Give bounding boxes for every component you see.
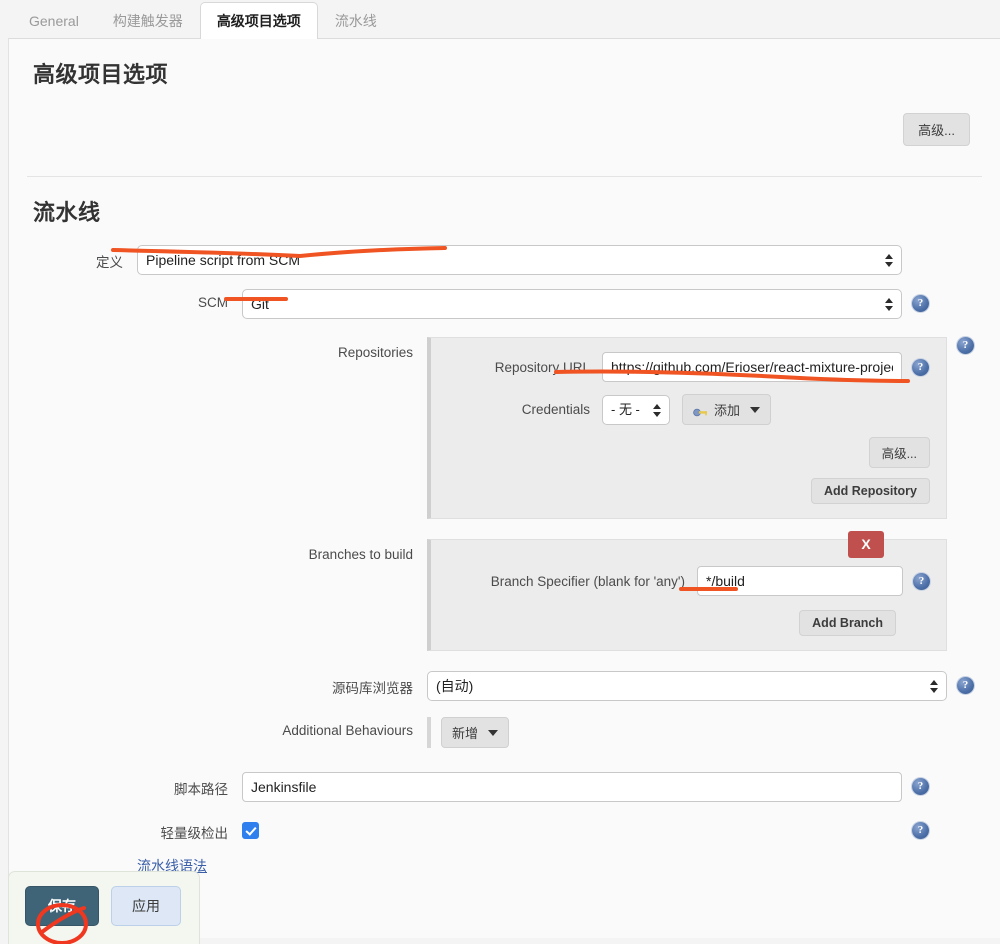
help-icon-lightweight-checkout[interactable]: ? bbox=[912, 822, 929, 839]
add-branch-button[interactable]: Add Branch bbox=[799, 610, 896, 636]
tab-advanced-project-options[interactable]: 高级项目选项 bbox=[199, 2, 318, 39]
definition-row: 定义 Pipeline script from SCM bbox=[27, 245, 982, 275]
help-icon-branch-specifier[interactable]: ? bbox=[913, 572, 930, 590]
definition-select[interactable]: Pipeline script from SCM bbox=[137, 245, 902, 275]
add-credentials-button[interactable]: 添加 bbox=[682, 394, 772, 425]
repositories-panel: Repository URL ? Credentials - 无 - bbox=[427, 337, 947, 519]
tab-bar: General 构建触发器 高级项目选项 流水线 bbox=[0, 0, 1000, 39]
form-action-bar: 保存 应用 bbox=[8, 871, 200, 944]
chevron-down-icon bbox=[488, 729, 499, 736]
advanced-project-options-section: 高级项目选项 高级... bbox=[9, 39, 1000, 177]
help-icon-repository-url[interactable]: ? bbox=[912, 358, 929, 376]
repository-url-input[interactable] bbox=[602, 352, 902, 382]
credentials-select[interactable]: - 无 - bbox=[602, 394, 670, 425]
tab-pipeline[interactable]: 流水线 bbox=[318, 2, 394, 39]
advanced-button[interactable]: 高级... bbox=[903, 113, 970, 146]
branches-to-build-row: Branches to build X Branch Specifier (bl… bbox=[27, 531, 982, 651]
branch-specifier-label: Branch Specifier (blank for 'any') bbox=[490, 573, 685, 589]
delete-branch-button[interactable]: X bbox=[848, 531, 884, 558]
repository-advanced-button[interactable]: 高级... bbox=[868, 437, 930, 468]
repositories-label: Repositories bbox=[337, 345, 413, 360]
pipeline-section-title: 流水线 bbox=[33, 200, 101, 225]
additional-behaviours-add-button[interactable]: 新增 bbox=[441, 717, 510, 748]
credentials-row: Credentials - 无 - 添加 bbox=[447, 394, 930, 425]
add-repository-button[interactable]: Add Repository bbox=[810, 478, 930, 504]
scm-select[interactable]: Git bbox=[242, 289, 902, 319]
lightweight-checkout-row: 轻量级检出 ? bbox=[27, 816, 982, 842]
branch-specifier-row: Branch Specifier (blank for 'any') ? bbox=[447, 566, 930, 596]
branches-to-build-label: Branches to build bbox=[308, 547, 413, 562]
script-path-label: 脚本路径 bbox=[174, 782, 228, 797]
additional-behaviours-add-label: 新增 bbox=[452, 726, 479, 741]
help-icon-repositories[interactable]: ? bbox=[957, 337, 974, 354]
credentials-label: Credentials bbox=[521, 402, 590, 417]
repository-url-label: Repository URL bbox=[494, 359, 590, 375]
repositories-panel-actions: 高级... Add Repository bbox=[447, 437, 930, 504]
help-icon-repository-browser[interactable]: ? bbox=[957, 677, 974, 694]
branches-panel: X Branch Specifier (blank for 'any') ? A… bbox=[427, 531, 947, 651]
repository-browser-select[interactable]: (自动) bbox=[427, 671, 947, 701]
repository-browser-label: 源码库浏览器 bbox=[332, 681, 413, 696]
help-icon-scm[interactable]: ? bbox=[912, 295, 929, 312]
scm-label: SCM bbox=[198, 295, 228, 310]
additional-behaviours-row: Additional Behaviours 新增 bbox=[27, 717, 982, 748]
repository-url-row: Repository URL ? bbox=[447, 352, 930, 382]
repositories-row: Repositories Repository URL ? Credential… bbox=[27, 337, 982, 519]
config-content: 高级项目选项 高级... 流水线 定义 Pipeline script from… bbox=[8, 38, 1000, 938]
lightweight-checkout-label: 轻量级检出 bbox=[160, 826, 229, 841]
script-path-input[interactable] bbox=[242, 772, 902, 802]
branches-panel-actions: Add Branch bbox=[447, 610, 930, 636]
additional-behaviours-label: Additional Behaviours bbox=[282, 723, 413, 738]
tab-general[interactable]: General bbox=[12, 2, 96, 39]
script-path-row: 脚本路径 ? bbox=[27, 772, 982, 802]
add-credentials-label: 添加 bbox=[714, 403, 741, 418]
advanced-section-title: 高级项目选项 bbox=[33, 62, 169, 87]
help-icon-script-path[interactable]: ? bbox=[912, 778, 929, 795]
apply-button[interactable]: 应用 bbox=[111, 886, 181, 926]
branch-specifier-input[interactable] bbox=[697, 566, 903, 596]
save-button[interactable]: 保存 bbox=[25, 886, 99, 926]
chevron-down-icon bbox=[750, 406, 761, 413]
definition-label: 定义 bbox=[96, 255, 123, 270]
key-icon bbox=[693, 405, 708, 416]
tab-build-triggers[interactable]: 构建触发器 bbox=[96, 2, 200, 39]
scm-row: SCM Git ? bbox=[27, 289, 982, 319]
pipeline-section: 流水线 定义 Pipeline script from SCM SCM Git bbox=[9, 177, 1000, 876]
lightweight-checkout-checkbox[interactable] bbox=[242, 822, 259, 839]
repository-browser-row: 源码库浏览器 (自动) ? bbox=[27, 671, 982, 701]
